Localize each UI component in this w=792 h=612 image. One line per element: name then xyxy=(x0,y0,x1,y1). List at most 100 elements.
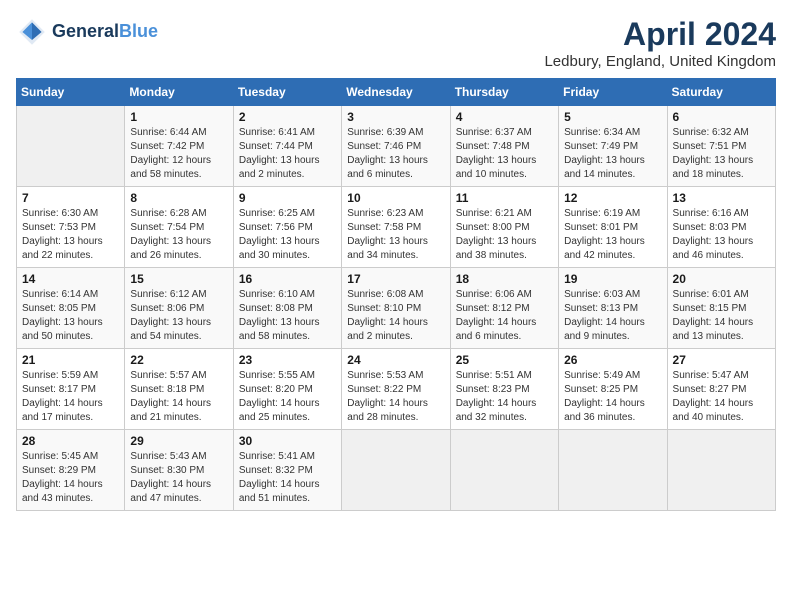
day-number: 19 xyxy=(564,272,661,286)
day-number: 12 xyxy=(564,191,661,205)
calendar-cell: 12 Sunrise: 6:19 AM Sunset: 8:01 PM Dayli… xyxy=(559,187,667,268)
calendar-cell: 28 Sunrise: 5:45 AM Sunset: 8:29 PM Dayli… xyxy=(17,430,125,511)
calendar-cell: 14 Sunrise: 6:14 AM Sunset: 8:05 PM Dayli… xyxy=(17,268,125,349)
day-info: Sunrise: 6:30 AM Sunset: 7:53 PM Dayligh… xyxy=(22,207,119,263)
weekday-header: Friday xyxy=(559,79,667,106)
calendar-cell xyxy=(342,430,450,511)
calendar-week-row: 21 Sunrise: 5:59 AM Sunset: 8:17 PM Dayli… xyxy=(17,349,776,430)
location-subtitle: Ledbury, England, United Kingdom xyxy=(544,53,776,70)
calendar-cell: 11 Sunrise: 6:21 AM Sunset: 8:00 PM Dayli… xyxy=(450,187,558,268)
day-info: Sunrise: 5:57 AM Sunset: 8:18 PM Dayligh… xyxy=(130,369,227,425)
day-info: Sunrise: 6:23 AM Sunset: 7:58 PM Dayligh… xyxy=(347,207,444,263)
calendar-cell: 6 Sunrise: 6:32 AM Sunset: 7:51 PM Daylig… xyxy=(667,106,775,187)
day-info: Sunrise: 6:03 AM Sunset: 8:13 PM Dayligh… xyxy=(564,288,661,344)
day-info: Sunrise: 6:32 AM Sunset: 7:51 PM Dayligh… xyxy=(673,126,770,182)
calendar-cell: 25 Sunrise: 5:51 AM Sunset: 8:23 PM Dayli… xyxy=(450,349,558,430)
day-info: Sunrise: 6:41 AM Sunset: 7:44 PM Dayligh… xyxy=(239,126,336,182)
day-info: Sunrise: 6:37 AM Sunset: 7:48 PM Dayligh… xyxy=(456,126,553,182)
calendar-cell: 13Sunrise: 6:16 AM Sunset: 8:03 PM Dayli… xyxy=(667,187,775,268)
calendar-cell: 18 Sunrise: 6:06 AM Sunset: 8:12 PM Dayli… xyxy=(450,268,558,349)
day-number: 2 xyxy=(239,110,336,124)
calendar-cell xyxy=(667,430,775,511)
calendar-cell xyxy=(17,106,125,187)
weekday-header: Tuesday xyxy=(233,79,341,106)
month-title: April 2024 xyxy=(544,16,776,53)
day-number: 1 xyxy=(130,110,227,124)
calendar-cell: 24Sunrise: 5:53 AM Sunset: 8:22 PM Dayli… xyxy=(342,349,450,430)
calendar-cell: 20 Sunrise: 6:01 AM Sunset: 8:15 PM Dayli… xyxy=(667,268,775,349)
day-number: 10 xyxy=(347,191,444,205)
day-info: Sunrise: 6:16 AM Sunset: 8:03 PM Dayligh… xyxy=(673,207,770,263)
calendar-cell: 27 Sunrise: 5:47 AM Sunset: 8:27 PM Dayli… xyxy=(667,349,775,430)
calendar-cell: 7 Sunrise: 6:30 AM Sunset: 7:53 PM Daylig… xyxy=(17,187,125,268)
weekday-header-row: SundayMondayTuesdayWednesdayThursdayFrid… xyxy=(17,79,776,106)
calendar-cell: 1Sunrise: 6:44 AM Sunset: 7:42 PM Daylig… xyxy=(125,106,233,187)
day-info: Sunrise: 6:14 AM Sunset: 8:05 PM Dayligh… xyxy=(22,288,119,344)
day-info: Sunrise: 5:51 AM Sunset: 8:23 PM Dayligh… xyxy=(456,369,553,425)
page-header: GeneralBlue April 2024 Ledbury, England,… xyxy=(16,16,776,70)
calendar-week-row: 7 Sunrise: 6:30 AM Sunset: 7:53 PM Daylig… xyxy=(17,187,776,268)
day-info: Sunrise: 5:43 AM Sunset: 8:30 PM Dayligh… xyxy=(130,450,227,506)
day-info: Sunrise: 6:10 AM Sunset: 8:08 PM Dayligh… xyxy=(239,288,336,344)
calendar-week-row: 28 Sunrise: 5:45 AM Sunset: 8:29 PM Dayli… xyxy=(17,430,776,511)
day-number: 22 xyxy=(130,353,227,367)
day-number: 15 xyxy=(130,272,227,286)
day-info: Sunrise: 5:53 AM Sunset: 8:22 PM Dayligh… xyxy=(347,369,444,425)
day-number: 3 xyxy=(347,110,444,124)
day-number: 20 xyxy=(673,272,770,286)
calendar-cell: 19 Sunrise: 6:03 AM Sunset: 8:13 PM Dayli… xyxy=(559,268,667,349)
calendar-cell: 23 Sunrise: 5:55 AM Sunset: 8:20 PM Dayli… xyxy=(233,349,341,430)
weekday-header: Wednesday xyxy=(342,79,450,106)
day-number: 11 xyxy=(456,191,553,205)
day-number: 25 xyxy=(456,353,553,367)
calendar-cell: 17 Sunrise: 6:08 AM Sunset: 8:10 PM Dayli… xyxy=(342,268,450,349)
calendar-cell: 5Sunrise: 6:34 AM Sunset: 7:49 PM Daylig… xyxy=(559,106,667,187)
calendar-week-row: 14 Sunrise: 6:14 AM Sunset: 8:05 PM Dayli… xyxy=(17,268,776,349)
day-info: Sunrise: 6:06 AM Sunset: 8:12 PM Dayligh… xyxy=(456,288,553,344)
calendar-week-row: 1Sunrise: 6:44 AM Sunset: 7:42 PM Daylig… xyxy=(17,106,776,187)
logo: GeneralBlue xyxy=(16,16,158,48)
day-info: Sunrise: 5:55 AM Sunset: 8:20 PM Dayligh… xyxy=(239,369,336,425)
day-info: Sunrise: 6:08 AM Sunset: 8:10 PM Dayligh… xyxy=(347,288,444,344)
day-number: 16 xyxy=(239,272,336,286)
weekday-header: Monday xyxy=(125,79,233,106)
day-number: 28 xyxy=(22,434,119,448)
day-number: 6 xyxy=(673,110,770,124)
day-number: 14 xyxy=(22,272,119,286)
title-block: April 2024 Ledbury, England, United King… xyxy=(544,16,776,70)
day-info: Sunrise: 6:01 AM Sunset: 8:15 PM Dayligh… xyxy=(673,288,770,344)
day-info: Sunrise: 5:47 AM Sunset: 8:27 PM Dayligh… xyxy=(673,369,770,425)
calendar-cell: 2 Sunrise: 6:41 AM Sunset: 7:44 PM Daylig… xyxy=(233,106,341,187)
day-number: 30 xyxy=(239,434,336,448)
logo-icon xyxy=(16,16,48,48)
calendar-cell: 30Sunrise: 5:41 AM Sunset: 8:32 PM Dayli… xyxy=(233,430,341,511)
calendar-cell: 16 Sunrise: 6:10 AM Sunset: 8:08 PM Dayli… xyxy=(233,268,341,349)
day-number: 7 xyxy=(22,191,119,205)
calendar-cell: 4 Sunrise: 6:37 AM Sunset: 7:48 PM Daylig… xyxy=(450,106,558,187)
calendar-cell xyxy=(559,430,667,511)
day-number: 23 xyxy=(239,353,336,367)
day-number: 21 xyxy=(22,353,119,367)
day-info: Sunrise: 6:39 AM Sunset: 7:46 PM Dayligh… xyxy=(347,126,444,182)
day-number: 17 xyxy=(347,272,444,286)
day-number: 26 xyxy=(564,353,661,367)
day-info: Sunrise: 5:49 AM Sunset: 8:25 PM Dayligh… xyxy=(564,369,661,425)
day-info: Sunrise: 6:19 AM Sunset: 8:01 PM Dayligh… xyxy=(564,207,661,263)
day-info: Sunrise: 6:28 AM Sunset: 7:54 PM Dayligh… xyxy=(130,207,227,263)
calendar-cell xyxy=(450,430,558,511)
weekday-header: Sunday xyxy=(17,79,125,106)
day-info: Sunrise: 5:59 AM Sunset: 8:17 PM Dayligh… xyxy=(22,369,119,425)
calendar-cell: 3 Sunrise: 6:39 AM Sunset: 7:46 PM Daylig… xyxy=(342,106,450,187)
day-number: 8 xyxy=(130,191,227,205)
day-info: Sunrise: 6:25 AM Sunset: 7:56 PM Dayligh… xyxy=(239,207,336,263)
weekday-header: Thursday xyxy=(450,79,558,106)
day-info: Sunrise: 5:45 AM Sunset: 8:29 PM Dayligh… xyxy=(22,450,119,506)
day-number: 18 xyxy=(456,272,553,286)
day-info: Sunrise: 6:34 AM Sunset: 7:49 PM Dayligh… xyxy=(564,126,661,182)
day-info: Sunrise: 6:21 AM Sunset: 8:00 PM Dayligh… xyxy=(456,207,553,263)
day-number: 27 xyxy=(673,353,770,367)
calendar-cell: 22 Sunrise: 5:57 AM Sunset: 8:18 PM Dayli… xyxy=(125,349,233,430)
day-number: 4 xyxy=(456,110,553,124)
weekday-header: Saturday xyxy=(667,79,775,106)
logo-text: GeneralBlue xyxy=(52,22,158,42)
